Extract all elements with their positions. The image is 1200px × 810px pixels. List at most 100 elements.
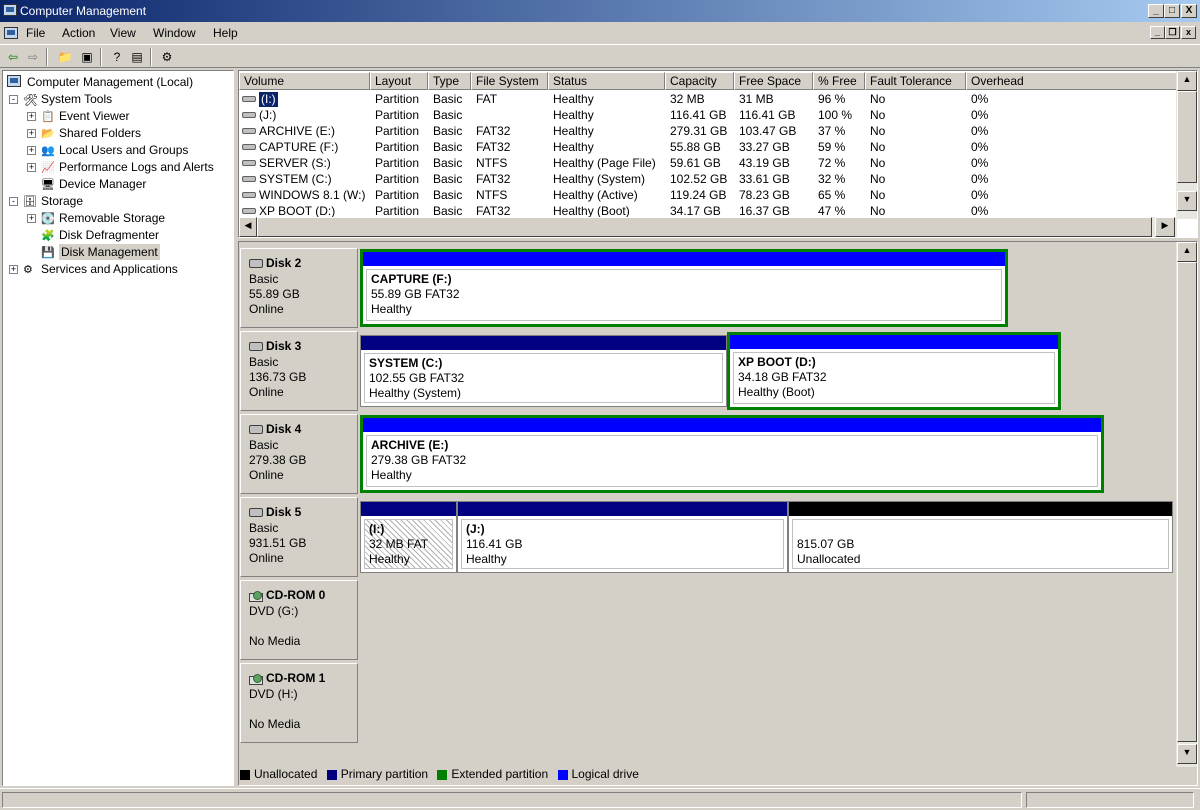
console-tree[interactable]: Computer Management (Local) - 🛠 System T… bbox=[2, 70, 234, 786]
legend-logical: Logical drive bbox=[557, 767, 639, 781]
column-header[interactable]: File System bbox=[471, 72, 548, 90]
table-cell: FAT32 bbox=[476, 172, 511, 186]
partition-system[interactable]: SYSTEM (C:) 102.55 GB FAT32 Healthy (Sys… bbox=[360, 335, 727, 407]
defragmenter-icon: 🧩 bbox=[41, 230, 55, 242]
table-row[interactable]: ARCHIVE (E:) Partition Basic FAT32 Healthy 27… bbox=[239, 124, 1175, 140]
expand-icon[interactable]: + bbox=[9, 265, 18, 274]
table-cell: 78.23 GB bbox=[739, 188, 790, 202]
scroll-thumb[interactable] bbox=[1177, 91, 1197, 183]
partition-status: Healthy bbox=[369, 552, 410, 566]
table-cell: 31 MB bbox=[739, 92, 774, 106]
storage-icon: 🗄 bbox=[23, 196, 37, 208]
scroll-left-button[interactable]: ◀ bbox=[239, 217, 257, 237]
collapse-icon[interactable]: - bbox=[9, 95, 18, 104]
help-icon[interactable]: ? bbox=[108, 49, 126, 65]
column-header[interactable]: Free Space bbox=[734, 72, 813, 90]
scroll-up-button[interactable]: ▲ bbox=[1177, 71, 1197, 91]
table-cell: NTFS bbox=[476, 188, 508, 202]
table-cell: 59.61 GB bbox=[670, 156, 721, 170]
column-header[interactable]: Type bbox=[428, 72, 471, 90]
unallocated-space[interactable]: 815.07 GB Unallocated bbox=[788, 501, 1173, 573]
menu-window[interactable]: Window bbox=[153, 26, 196, 40]
column-header[interactable]: Status bbox=[548, 72, 665, 90]
minimize-button[interactable]: _ bbox=[1148, 4, 1164, 18]
table-row[interactable]: CAPTURE (F:) Partition Basic FAT32 Healthy 55… bbox=[239, 140, 1175, 156]
hard-disk-icon bbox=[249, 342, 263, 352]
volume-drive-icon bbox=[242, 208, 256, 214]
show-hide-tree-icon[interactable]: ▣ bbox=[78, 49, 96, 65]
expand-icon[interactable]: + bbox=[27, 146, 36, 155]
table-row[interactable]: (J:) Partition Basic Healthy 116.41 GB 116.41… bbox=[239, 108, 1175, 124]
expand-icon[interactable]: + bbox=[27, 112, 36, 121]
column-header[interactable]: Overhead bbox=[966, 72, 1177, 90]
back-arrow-icon[interactable]: ⇦ bbox=[4, 49, 22, 65]
close-button[interactable]: X bbox=[1181, 4, 1197, 18]
forward-arrow-icon[interactable]: ⇨ bbox=[24, 49, 42, 65]
scroll-thumb[interactable] bbox=[1177, 262, 1197, 742]
volume-list[interactable]: Volume Layout Type File System Status Capacit… bbox=[238, 70, 1198, 238]
disk-size: 55.89 GB bbox=[249, 287, 300, 301]
cdrom-0-label[interactable]: CD-ROM 0 DVD (G:) No Media bbox=[240, 580, 358, 660]
cdrom-icon bbox=[249, 590, 263, 602]
disk-3-label[interactable]: Disk 3 Basic 136.73 GB Online bbox=[240, 331, 358, 411]
scroll-down-button[interactable]: ▼ bbox=[1177, 744, 1197, 764]
mdi-restore-button[interactable]: ❐ bbox=[1165, 26, 1180, 39]
menu-file[interactable]: File bbox=[26, 26, 45, 40]
column-header[interactable]: Fault Tolerance bbox=[865, 72, 966, 90]
mdi-close-button[interactable]: x bbox=[1181, 26, 1196, 39]
column-header[interactable]: Capacity bbox=[665, 72, 734, 90]
menu-help[interactable]: Help bbox=[213, 26, 238, 40]
cdrom-1-label[interactable]: CD-ROM 1 DVD (H:) No Media bbox=[240, 663, 358, 743]
title-bar[interactable]: Computer Management _ □ X bbox=[0, 0, 1200, 22]
table-row[interactable]: SYSTEM (C:) Partition Basic FAT32 Healthy (S… bbox=[239, 172, 1175, 188]
collapse-icon[interactable]: - bbox=[9, 197, 18, 206]
partition-capture[interactable]: CAPTURE (F:) 55.89 GB FAT32 Healthy bbox=[360, 249, 1008, 327]
table-row[interactable]: SERVER (S:) Partition Basic NTFS Healthy (Pa… bbox=[239, 156, 1175, 172]
expand-icon[interactable]: + bbox=[27, 214, 36, 223]
legend-unallocated: Unallocated bbox=[240, 767, 317, 781]
disk-name: CD-ROM 0 bbox=[266, 588, 326, 602]
users-icon: 👥 bbox=[41, 145, 55, 157]
mdi-minimize-button[interactable]: _ bbox=[1150, 26, 1165, 39]
disk-5-label[interactable]: Disk 5 Basic 931.51 GB Online bbox=[240, 497, 358, 577]
scroll-down-button[interactable]: ▼ bbox=[1177, 191, 1197, 211]
table-cell: 0% bbox=[971, 188, 989, 202]
scroll-right-button[interactable]: ▶ bbox=[1155, 217, 1175, 237]
partition-i[interactable]: (I:) 32 MB FAT Healthy bbox=[360, 501, 457, 573]
legend-extended: Extended partition bbox=[437, 767, 548, 781]
hscroll-thumb[interactable] bbox=[257, 217, 1152, 237]
column-header[interactable]: % Free bbox=[813, 72, 865, 90]
expand-icon[interactable]: + bbox=[27, 129, 36, 138]
disk-4-label[interactable]: Disk 4 Basic 279.38 GB Online bbox=[240, 414, 358, 494]
up-folder-icon[interactable]: 📁 bbox=[56, 49, 74, 65]
mdi-child-icon[interactable] bbox=[4, 27, 18, 39]
table-cell: Healthy (Active) bbox=[553, 188, 638, 202]
disk-graphical-view[interactable]: Disk 2 Basic 55.89 GB Online CAPTURE (F:… bbox=[238, 241, 1198, 786]
drive-type: DVD (G:) bbox=[249, 604, 299, 618]
partition-archive[interactable]: ARCHIVE (E:) 279.38 GB FAT32 Healthy bbox=[360, 415, 1104, 493]
table-row[interactable]: WINDOWS 8.1 (W:) Partition Basic NTFS Health… bbox=[239, 188, 1175, 204]
menu-action[interactable]: Action bbox=[62, 26, 95, 40]
partition-j[interactable]: (J:) 116.41 GB Healthy bbox=[457, 501, 788, 573]
expand-icon[interactable]: + bbox=[27, 163, 36, 172]
logical-drive-bar bbox=[730, 335, 1058, 349]
event-viewer-icon: 📋 bbox=[41, 111, 55, 123]
disk-5-partitions: (I:) 32 MB FAT Healthy (J:) 116.41 GB He… bbox=[359, 497, 1174, 577]
status-pane-secondary bbox=[1026, 792, 1194, 808]
properties-icon[interactable]: ▤ bbox=[128, 49, 146, 65]
rescan-disks-icon[interactable]: ⚙ bbox=[158, 49, 176, 65]
disk-type: Basic bbox=[249, 272, 279, 286]
hard-disk-icon bbox=[249, 425, 263, 435]
maximize-button[interactable]: □ bbox=[1164, 4, 1180, 18]
scroll-up-button[interactable]: ▲ bbox=[1177, 242, 1197, 262]
partition-xp-boot[interactable]: XP BOOT (D:) 34.18 GB FAT32 Healthy (Boo… bbox=[727, 332, 1061, 410]
menu-view[interactable]: View bbox=[110, 26, 136, 40]
table-row[interactable]: (I:) Partition Basic FAT Healthy 32 MB 31 MB 96… bbox=[239, 92, 1175, 108]
column-header[interactable]: Layout bbox=[370, 72, 428, 90]
unallocated-size: 815.07 GB bbox=[797, 537, 855, 551]
disk-4-partitions: ARCHIVE (E:) 279.38 GB FAT32 Healthy bbox=[359, 414, 1105, 494]
disk-2-label[interactable]: Disk 2 Basic 55.89 GB Online bbox=[240, 248, 358, 328]
column-header[interactable]: Volume bbox=[239, 72, 370, 90]
partition-status: Healthy bbox=[466, 552, 507, 566]
table-cell: Partition bbox=[375, 172, 420, 186]
